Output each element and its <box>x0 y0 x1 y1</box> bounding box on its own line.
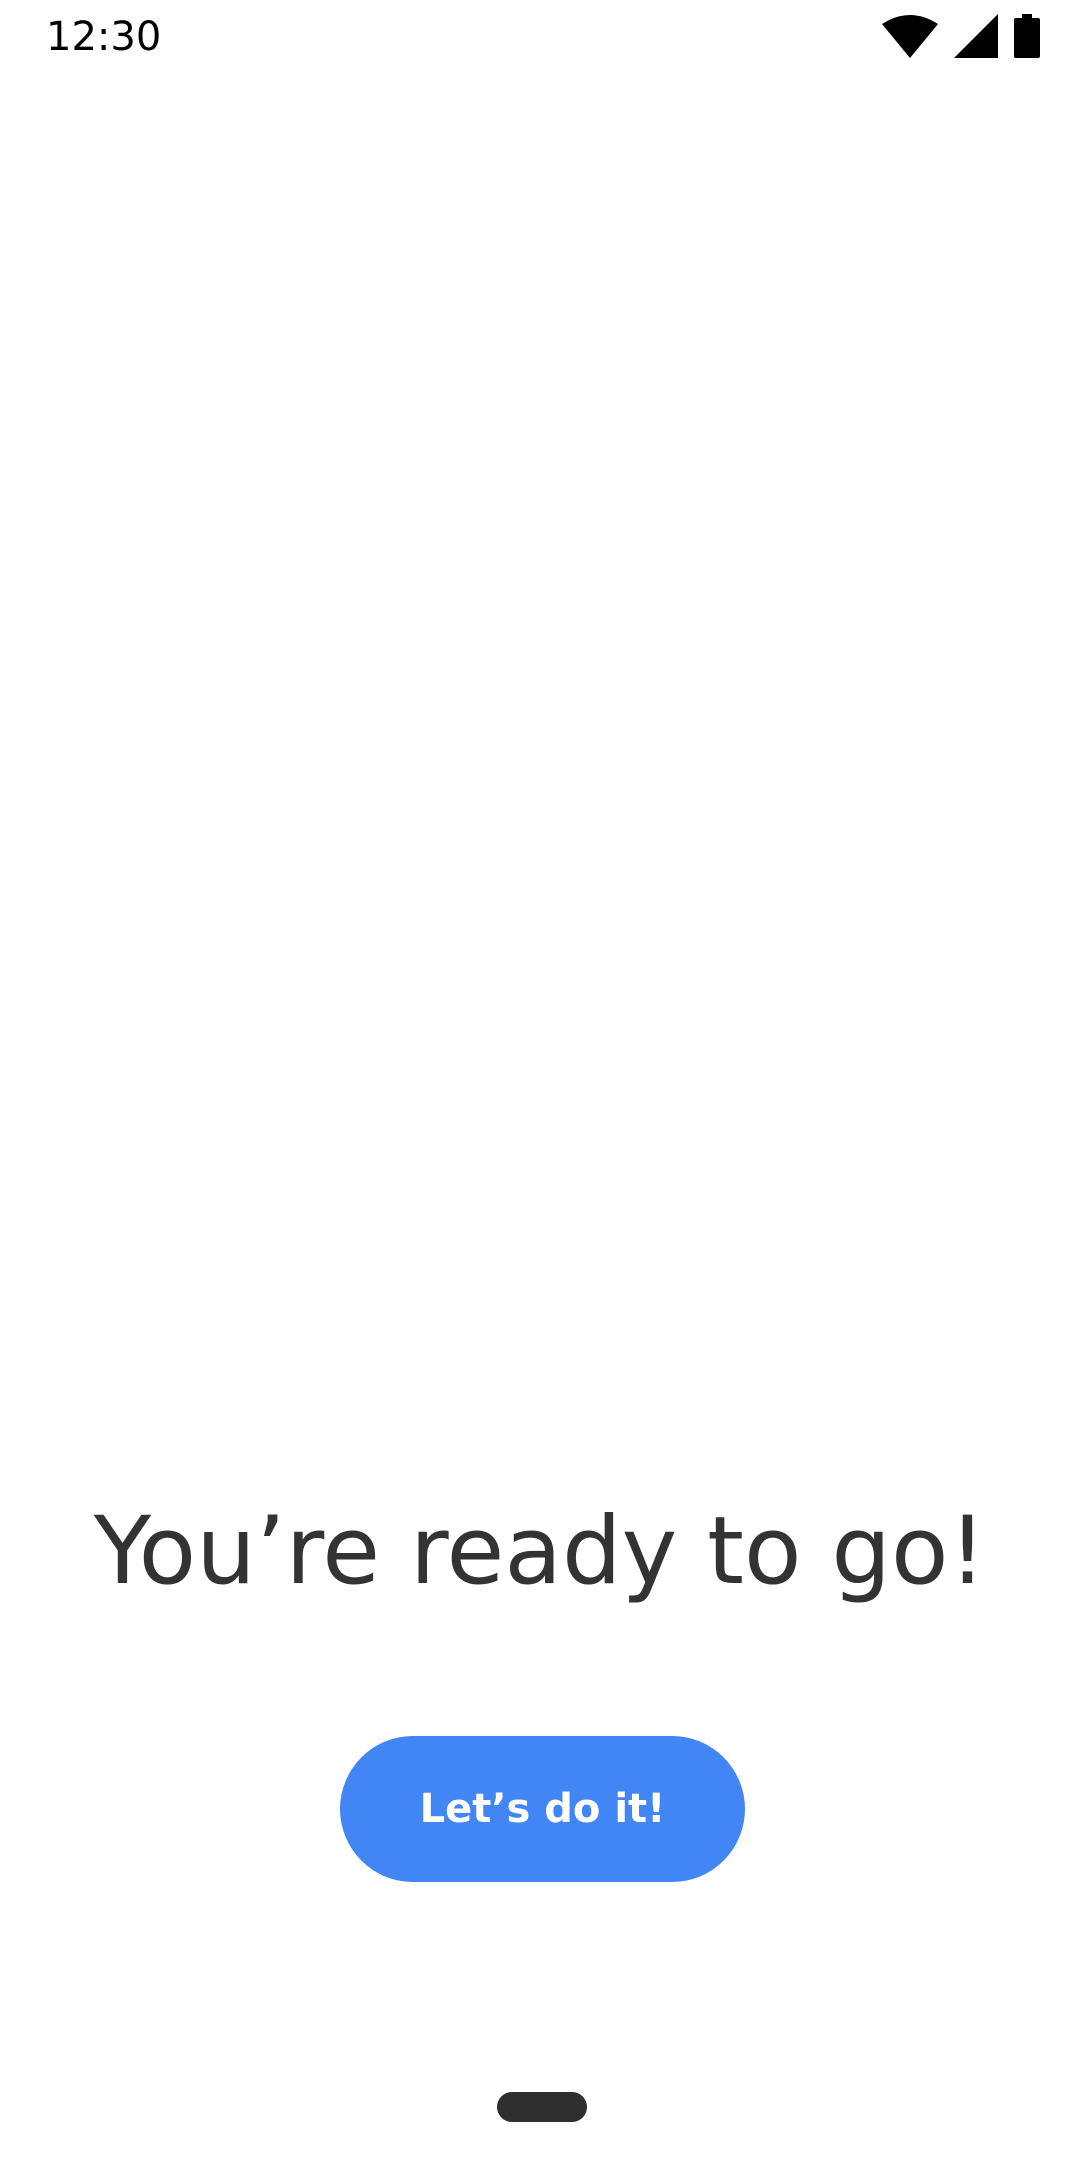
status-icons <box>882 14 1040 58</box>
battery-icon <box>1014 14 1040 58</box>
wifi-icon <box>882 14 938 58</box>
cell-signal-icon <box>954 14 998 58</box>
home-gesture-pill[interactable] <box>497 2092 587 2122</box>
page-title: You’re ready to go! <box>93 1497 987 1606</box>
lets-do-it-button[interactable]: Let’s do it! <box>340 1736 745 1882</box>
status-time: 12:30 <box>46 14 162 60</box>
status-bar: 12:30 <box>0 0 1080 74</box>
